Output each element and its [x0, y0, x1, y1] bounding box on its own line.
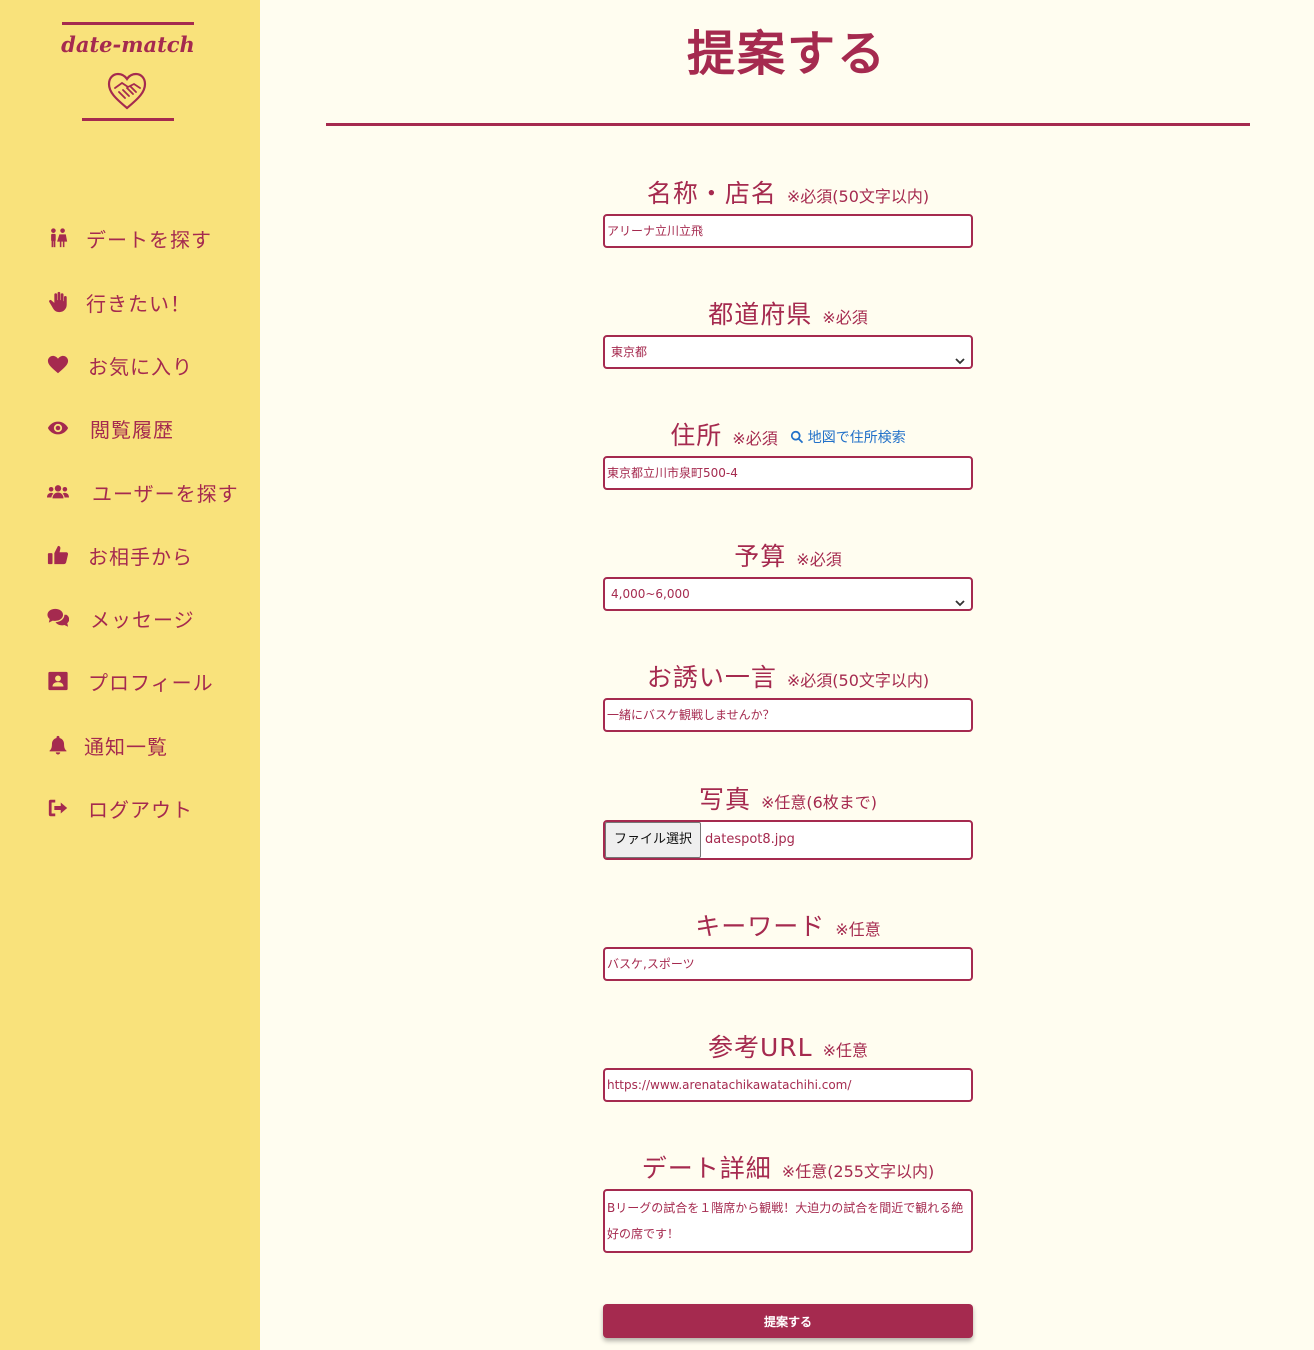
invite-input[interactable]: 一緒にバスケ観戦しませんか？	[603, 698, 973, 732]
optional-note: ※任意(6枚まで)	[760, 793, 878, 812]
sidebar-item-label: お相手から	[88, 544, 193, 569]
bell-icon	[46, 733, 70, 757]
sidebar: date-match デートを探す 行きたい！ お気に入り 閲覧履歴 ユーザーを…	[0, 0, 260, 1350]
optional-note: ※任意	[822, 1041, 869, 1060]
label-text: 参考URL	[707, 1033, 813, 1062]
sidebar-item-history[interactable]: 閲覧履歴	[46, 408, 174, 448]
required-note: ※必須(50文字以内)	[786, 671, 930, 690]
sidebar-item-label: ログアウト	[88, 797, 193, 822]
eye-icon	[46, 416, 70, 440]
heart-icon	[46, 353, 70, 377]
sign-out-icon	[46, 796, 70, 820]
label-text: 名称・店名	[646, 179, 777, 208]
link-text: 地図で住所検索	[807, 430, 906, 446]
select-value: 4,000~6,000	[611, 587, 690, 601]
sidebar-item-label: お気に入り	[88, 354, 193, 379]
field-name: 名称・店名 ※必須(50文字以内) アリーナ立川立飛	[603, 174, 973, 248]
sidebar-item-label: 行きたい！	[86, 291, 191, 316]
field-label: デート詳細 ※任意(255文字以内)	[603, 1149, 973, 1189]
users-icon	[46, 480, 70, 504]
sidebar-item-label: デートを探す	[86, 227, 212, 252]
logo-text: date-match	[61, 32, 195, 57]
sidebar-item-profile[interactable]: プロフィール	[46, 661, 214, 701]
page-title: 提案する	[686, 26, 887, 82]
id-card-icon	[46, 669, 70, 693]
field-keyword: キーワード ※任意 バスケ,スポーツ	[603, 907, 973, 981]
field-label: 都道府県 ※必須	[603, 295, 973, 335]
field-budget: 予算 ※必須 4,000~6,000	[603, 537, 973, 611]
select-value: 東京都	[611, 345, 648, 359]
label-text: キーワード	[695, 912, 826, 941]
sidebar-item-favorites[interactable]: お気に入り	[46, 345, 193, 385]
label-text: 写真	[698, 785, 751, 814]
photo-file-input: ファイル選択 datespot8.jpg	[603, 820, 973, 860]
hand-icon	[46, 290, 70, 314]
field-label: 予算 ※必須	[603, 537, 973, 577]
budget-select[interactable]: 4,000~6,000	[603, 577, 973, 611]
field-detail: デート詳細 ※任意(255文字以内) Bリーグの試合を１階席から観戦！大迫力の試…	[603, 1149, 973, 1253]
sidebar-item-messages[interactable]: メッセージ	[46, 598, 195, 638]
required-note: ※必須	[822, 308, 868, 327]
sidebar-item-label: 閲覧履歴	[90, 417, 174, 442]
detail-textarea[interactable]: Bリーグの試合を１階席から観戦！大迫力の試合を間近で観れる絶好の席です！	[603, 1189, 973, 1253]
label-text: 予算	[734, 542, 787, 571]
handshake-heart-icon	[107, 72, 147, 110]
sidebar-item-label: プロフィール	[88, 670, 214, 695]
field-prefecture: 都道府県 ※必須 東京都	[603, 295, 973, 369]
choose-file-button[interactable]: ファイル選択	[605, 822, 702, 858]
field-address: 住所 ※必須 地図で住所検索 東京都立川市泉町500-4	[603, 416, 973, 490]
thumbs-up-icon	[46, 543, 70, 567]
prefecture-select[interactable]: 東京都	[603, 335, 973, 369]
map-address-search-link[interactable]: 地図で住所検索	[790, 427, 906, 447]
label-text: 住所	[670, 421, 723, 450]
field-label: 名称・店名 ※必須(50文字以内)	[603, 174, 973, 214]
field-invite: お誘い一言 ※必須(50文字以内) 一緒にバスケ観戦しませんか？	[603, 658, 973, 732]
field-label: お誘い一言 ※必須(50文字以内)	[603, 658, 973, 698]
sidebar-item-logout[interactable]: ログアウト	[46, 788, 193, 828]
field-label: 住所 ※必須 地図で住所検索	[603, 416, 973, 456]
address-input[interactable]: 東京都立川市泉町500-4	[603, 456, 973, 490]
sidebar-item-label: メッセージ	[90, 607, 195, 632]
required-note: ※必須	[796, 550, 842, 569]
sidebar-item-label: ユーザーを探す	[92, 481, 239, 506]
submit-button[interactable]: 提案する	[603, 1304, 973, 1338]
logo[interactable]: date-match	[60, 22, 196, 126]
comments-icon	[46, 606, 70, 630]
chevron-down-icon	[955, 347, 965, 365]
sidebar-item-want-to-go[interactable]: 行きたい！	[46, 282, 191, 322]
search-icon	[790, 430, 803, 444]
sidebar-item-search-users[interactable]: ユーザーを探す	[46, 472, 239, 512]
title-divider	[326, 123, 1250, 126]
main-content: 提案する 名称・店名 ※必須(50文字以内) アリーナ立川立飛 都道府県 ※必須…	[260, 0, 1314, 1350]
required-note: ※必須(50文字以内)	[786, 187, 930, 206]
optional-note: ※任意	[835, 920, 881, 939]
sidebar-item-from-partner[interactable]: お相手から	[46, 535, 193, 575]
field-url: 参考URL ※任意 https://www.arenatachikawatach…	[603, 1028, 973, 1102]
required-note: ※必須	[732, 429, 778, 448]
field-photo: 写真 ※任意(6枚まで) ファイル選択 datespot8.jpg	[603, 780, 973, 860]
sidebar-item-label: 通知一覧	[84, 734, 168, 759]
field-label: 参考URL ※任意	[603, 1028, 973, 1068]
label-text: お誘い一言	[646, 663, 777, 692]
sidebar-item-search-dates[interactable]: デートを探す	[46, 218, 212, 258]
label-text: 都道府県	[708, 300, 813, 329]
chevron-down-icon	[955, 589, 965, 607]
name-input[interactable]: アリーナ立川立飛	[603, 214, 973, 248]
couple-icon	[46, 226, 70, 250]
url-input[interactable]: https://www.arenatachikawatachihi.com/	[603, 1068, 973, 1102]
label-text: デート詳細	[641, 1154, 772, 1183]
field-label: キーワード ※任意	[603, 907, 973, 947]
logo-divider	[62, 22, 194, 25]
logo-divider	[82, 118, 174, 121]
selected-file-name: datespot8.jpg	[705, 832, 795, 847]
optional-note: ※任意(255文字以内)	[781, 1162, 935, 1181]
field-label: 写真 ※任意(6枚まで)	[603, 780, 973, 820]
sidebar-item-notifications[interactable]: 通知一覧	[46, 725, 168, 765]
keyword-input[interactable]: バスケ,スポーツ	[603, 947, 973, 981]
